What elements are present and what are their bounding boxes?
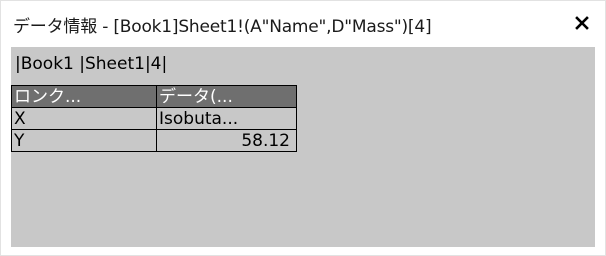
table-cell-value[interactable]: Isobuta... bbox=[156, 107, 297, 130]
title-bar[interactable]: データ情報 - [Book1]Sheet1!(A"Name",D"Mass")[… bbox=[1, 1, 605, 47]
table-cell-axis[interactable]: Y bbox=[11, 129, 157, 152]
table-row: X Isobuta... bbox=[11, 107, 297, 130]
data-info-window: データ情報 - [Book1]Sheet1!(A"Name",D"Mass")[… bbox=[0, 0, 606, 256]
table-cell-axis[interactable]: X bbox=[11, 107, 157, 130]
data-info-panel: |Book1 |Sheet1|4| ロンク... データ(... X Isobu… bbox=[11, 47, 595, 247]
column-header-long-name[interactable]: ロンク... bbox=[11, 85, 157, 108]
window-title: データ情報 - [Book1]Sheet1!(A"Name",D"Mass")[… bbox=[13, 17, 432, 37]
data-info-table: ロンク... データ(... X Isobuta... Y 58.12 bbox=[11, 85, 297, 152]
table-cell-value[interactable]: 58.12 bbox=[156, 129, 297, 152]
close-button[interactable] bbox=[569, 10, 595, 36]
table-header-row: ロンク... データ(... bbox=[11, 85, 297, 108]
data-path-label: |Book1 |Sheet1|4| bbox=[15, 54, 168, 74]
close-icon bbox=[575, 16, 589, 30]
table-row: Y 58.12 bbox=[11, 129, 297, 152]
column-header-data[interactable]: データ(... bbox=[156, 85, 297, 108]
